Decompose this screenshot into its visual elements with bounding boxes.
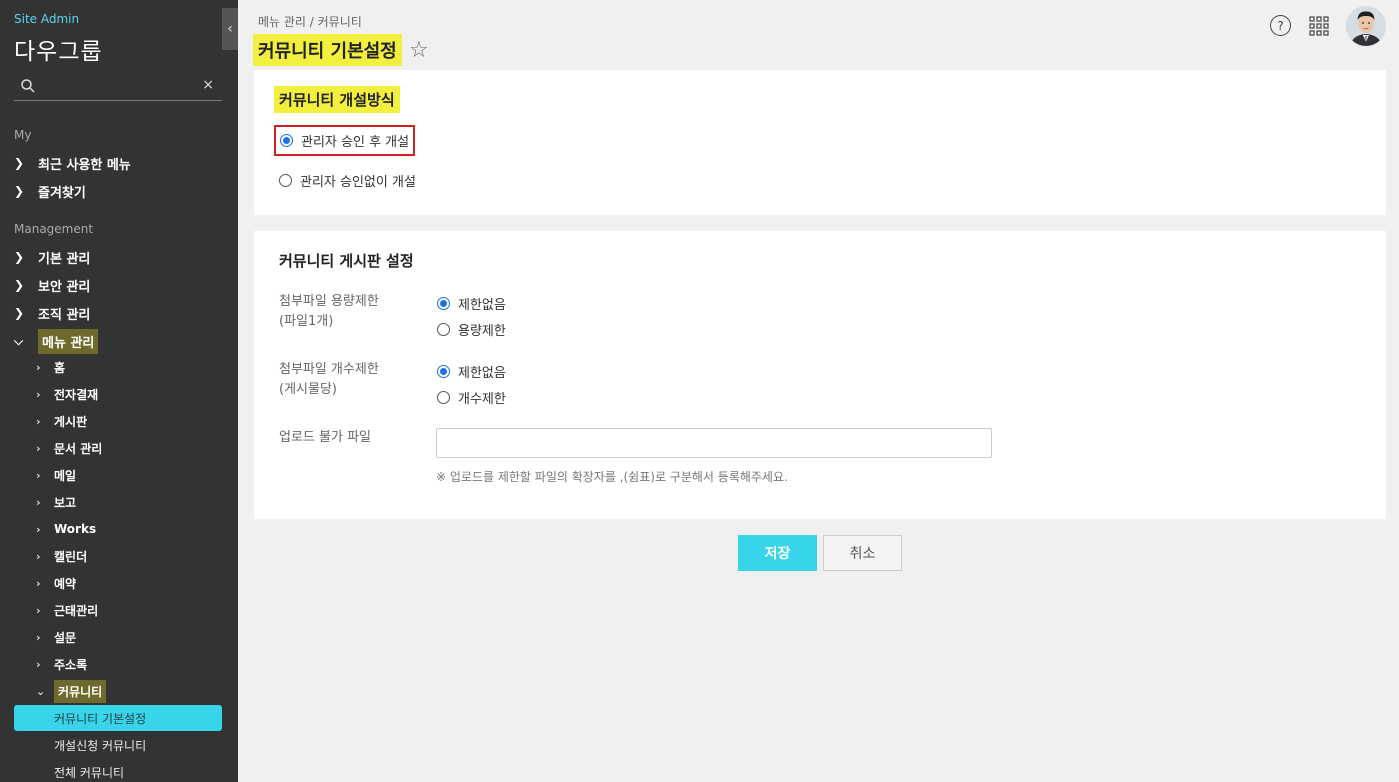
radio-unselected-icon	[437, 391, 450, 404]
radio-selected-icon	[437, 297, 450, 310]
chevron-right-icon: ›	[36, 468, 41, 482]
sidebar-subitem-community[interactable]: ⌄ 커뮤니티	[36, 679, 107, 703]
chevron-right-icon: ❯	[14, 184, 25, 198]
radio-size-unlimited[interactable]: 제한없음	[437, 294, 506, 313]
section-heading-board-settings: 커뮤니티 게시판 설정	[279, 252, 414, 270]
sidebar-subitem-calendar[interactable]: › 캘린더	[36, 545, 87, 567]
radio-no-approval[interactable]: 관리자 승인없이 개설	[279, 171, 416, 190]
chevron-right-icon: ›	[36, 441, 41, 455]
help-icon[interactable]: ?	[1270, 15, 1291, 36]
sidebar-leaf-all-communities[interactable]: 전체 커뮤니티	[14, 759, 222, 782]
count-limit-label: 첨부파일 개수제한 (게시물당)	[279, 362, 379, 397]
chevron-right-icon: ›	[36, 360, 41, 374]
chevron-right-icon: ❯	[14, 250, 25, 264]
community-open-method-panel: 커뮤니티 개설방식 관리자 승인 후 개설 관리자 승인없이 개설	[254, 70, 1386, 215]
star-icon[interactable]: ☆	[409, 38, 429, 63]
sidebar-item-menu-management[interactable]: ⌵ 메뉴 관리	[14, 328, 99, 354]
chevron-right-icon: ›	[36, 495, 41, 509]
sidebar-subitem-mail[interactable]: › 메일	[36, 464, 76, 486]
radio-admin-approval[interactable]: 관리자 승인 후 개설	[274, 125, 416, 156]
chevron-down-icon: ⌵	[14, 333, 24, 348]
brand-name: 다우그룹	[14, 39, 103, 65]
sidebar-subitem-home[interactable]: › 홈	[36, 356, 65, 378]
chevron-right-icon: ›	[36, 576, 41, 590]
chevron-right-icon: ›	[36, 549, 41, 563]
sidebar-subitem-attendance[interactable]: › 근태관리	[36, 599, 98, 621]
clear-search-icon[interactable]: ×	[202, 77, 214, 93]
search-icon	[21, 79, 35, 93]
sidebar-subitem-documents[interactable]: › 문서 관리	[36, 437, 102, 459]
radio-selected-icon	[280, 134, 293, 147]
chevron-right-icon: ›	[36, 414, 41, 428]
sidebar-subitem-report[interactable]: › 보고	[36, 491, 76, 513]
sidebar-item-favorites[interactable]: ❯ 즐겨찾기	[14, 179, 86, 203]
sidebar: Site Admin 다우그룹 ‹ × My ❯ 최근 사용한 메뉴 ❯ 즐겨찾…	[0, 0, 238, 782]
radio-selected-icon	[437, 365, 450, 378]
breadcrumb: 메뉴 관리 / 커뮤니티	[258, 15, 362, 29]
apps-grid-icon[interactable]	[1309, 16, 1329, 36]
save-button[interactable]: 저장	[738, 535, 817, 571]
chevron-down-icon: ⌄	[36, 684, 46, 698]
sidebar-subitem-survey[interactable]: › 설문	[36, 626, 76, 648]
chevron-right-icon: ›	[36, 603, 41, 617]
blocked-files-hint: ※ 업로드를 제한할 파일의 확장자를 ,(쉼표)로 구분해서 등록해주세요.	[436, 470, 788, 484]
chevron-right-icon: ❯	[14, 278, 25, 292]
avatar[interactable]	[1346, 6, 1386, 46]
sidebar-collapse-button[interactable]: ‹	[222, 8, 238, 50]
sidebar-leaf-community-settings[interactable]: 커뮤니티 기본설정	[14, 705, 222, 731]
user-avatar-icon	[1346, 6, 1386, 46]
chevron-right-icon: ›	[36, 387, 41, 401]
section-heading-open-method: 커뮤니티 개설방식	[274, 86, 400, 113]
radio-unselected-icon	[437, 323, 450, 336]
radio-size-limited[interactable]: 용량제한	[437, 320, 506, 339]
sidebar-item-recent-menu[interactable]: ❯ 최근 사용한 메뉴	[14, 151, 131, 175]
sidebar-item-organization[interactable]: ❯ 조직 관리	[14, 301, 90, 325]
radio-unselected-icon	[279, 174, 292, 187]
section-label-my: My	[14, 128, 32, 142]
size-limit-label: 첨부파일 용량제한 (파일1개)	[279, 294, 379, 329]
sidebar-subitem-approval[interactable]: › 전자결재	[36, 383, 98, 405]
community-board-settings-panel: 커뮤니티 게시판 설정 첨부파일 용량제한 (파일1개) 제한없음 용량제한 첨…	[254, 231, 1386, 519]
brand-subtitle: Site Admin	[14, 12, 80, 26]
sidebar-subitem-board[interactable]: › 게시판	[36, 410, 87, 432]
chevron-right-icon: ❯	[14, 156, 25, 170]
sidebar-subitem-contacts[interactable]: › 주소록	[36, 653, 87, 675]
blocked-extensions-input[interactable]	[436, 428, 992, 458]
sidebar-subitem-works[interactable]: › Works	[36, 518, 96, 540]
search-input[interactable]	[42, 75, 202, 97]
cancel-button[interactable]: 취소	[823, 535, 902, 571]
chevron-right-icon: ›	[36, 522, 41, 536]
radio-count-unlimited[interactable]: 제한없음	[437, 362, 506, 381]
chevron-left-icon: ‹	[227, 21, 233, 37]
radio-count-limited[interactable]: 개수제한	[437, 388, 506, 407]
chevron-right-icon: ›	[36, 657, 41, 671]
sidebar-item-basic[interactable]: ❯ 기본 관리	[14, 245, 90, 269]
chevron-right-icon: ›	[36, 630, 41, 644]
blocked-files-label: 업로드 불가 파일	[279, 430, 371, 445]
sidebar-search: ×	[14, 72, 222, 101]
sidebar-subitem-reservation[interactable]: › 예약	[36, 572, 76, 594]
section-label-management: Management	[14, 222, 94, 236]
page-title: 커뮤니티 기본설정	[253, 34, 402, 66]
sidebar-item-security[interactable]: ❯ 보안 관리	[14, 273, 90, 297]
chevron-right-icon: ❯	[14, 306, 25, 320]
sidebar-leaf-community-requests[interactable]: 개설신청 커뮤니티	[14, 732, 222, 758]
